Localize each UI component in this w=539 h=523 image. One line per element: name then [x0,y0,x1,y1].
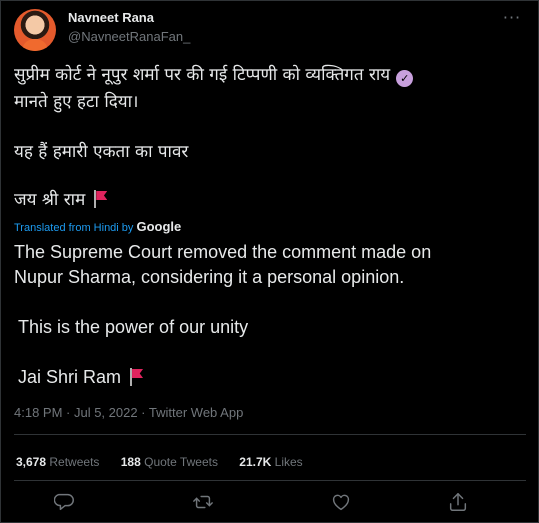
original-line-1: सुप्रीम कोर्ट ने नूपुर शर्मा पर की गई टि… [14,65,391,85]
tweet-header: Navneet Rana @NavneetRanaFan_ ··· [14,9,526,53]
more-options-icon[interactable]: ··· [502,10,522,27]
red-flag-icon [93,190,109,208]
translation-attribution: Translated from Hindi by Google [14,219,181,234]
original-line-3: यह हैं हमारी एकता का पावर [14,142,189,162]
tweet-timestamp[interactable]: 4:18 PM · Jul 5, 2022 · Twitter Web App [14,405,243,420]
translated-line-2: Nupur Sharma, considering it a personal … [14,267,405,287]
author-handle[interactable]: @NavneetRanaFan_ [68,29,190,44]
divider [14,434,526,435]
quotes-count: 188 [120,455,141,469]
quote-tweets-stat[interactable]: 188 Quote Tweets [121,455,218,469]
translated-text-line: Jai Shri Ram [18,364,528,390]
translated-line-4: Jai Shri Ram [18,367,122,387]
divider [14,480,526,481]
retweets-count: 3,678 [16,455,47,469]
avatar[interactable] [14,9,56,51]
quotes-label: Quote Tweets [144,455,218,469]
original-line-2: मानते हुए हटा दिया। [14,92,139,112]
likes-stat[interactable]: 21.7K Likes [239,455,302,469]
tweet-stats: 3,678 Retweets 188 Quote Tweets 21.7K Li… [16,455,321,469]
tweet-actions [14,489,526,517]
original-line-4: जय श्री राम [14,190,86,210]
tweet-card: Navneet Rana @NavneetRanaFan_ ··· सुप्री… [0,0,539,523]
translated-line-3: This is the power of our unity [18,317,249,337]
like-icon[interactable] [330,491,352,513]
likes-count: 21.7K [239,455,272,469]
share-icon[interactable] [447,491,469,513]
original-text-line: जय श्री राम [14,187,514,213]
author-display-name[interactable]: Navneet Rana [68,10,154,25]
retweet-icon[interactable] [192,491,214,513]
retweets-stat[interactable]: 3,678 Retweets [16,455,99,469]
reply-icon[interactable] [53,491,76,513]
translated-from-link[interactable]: Translated from Hindi by [14,222,133,234]
likes-label: Likes [274,455,303,469]
translated-line-1: The Supreme Court removed the comment ma… [14,242,432,262]
red-flag-icon [129,368,145,386]
verified-badge-icon: ✓ [396,70,414,87]
original-text-line: सुप्रीम कोर्ट ने नूपुर शर्मा पर की गई टि… [14,62,514,88]
retweets-label: Retweets [49,455,100,469]
google-logo: Google [136,219,182,234]
